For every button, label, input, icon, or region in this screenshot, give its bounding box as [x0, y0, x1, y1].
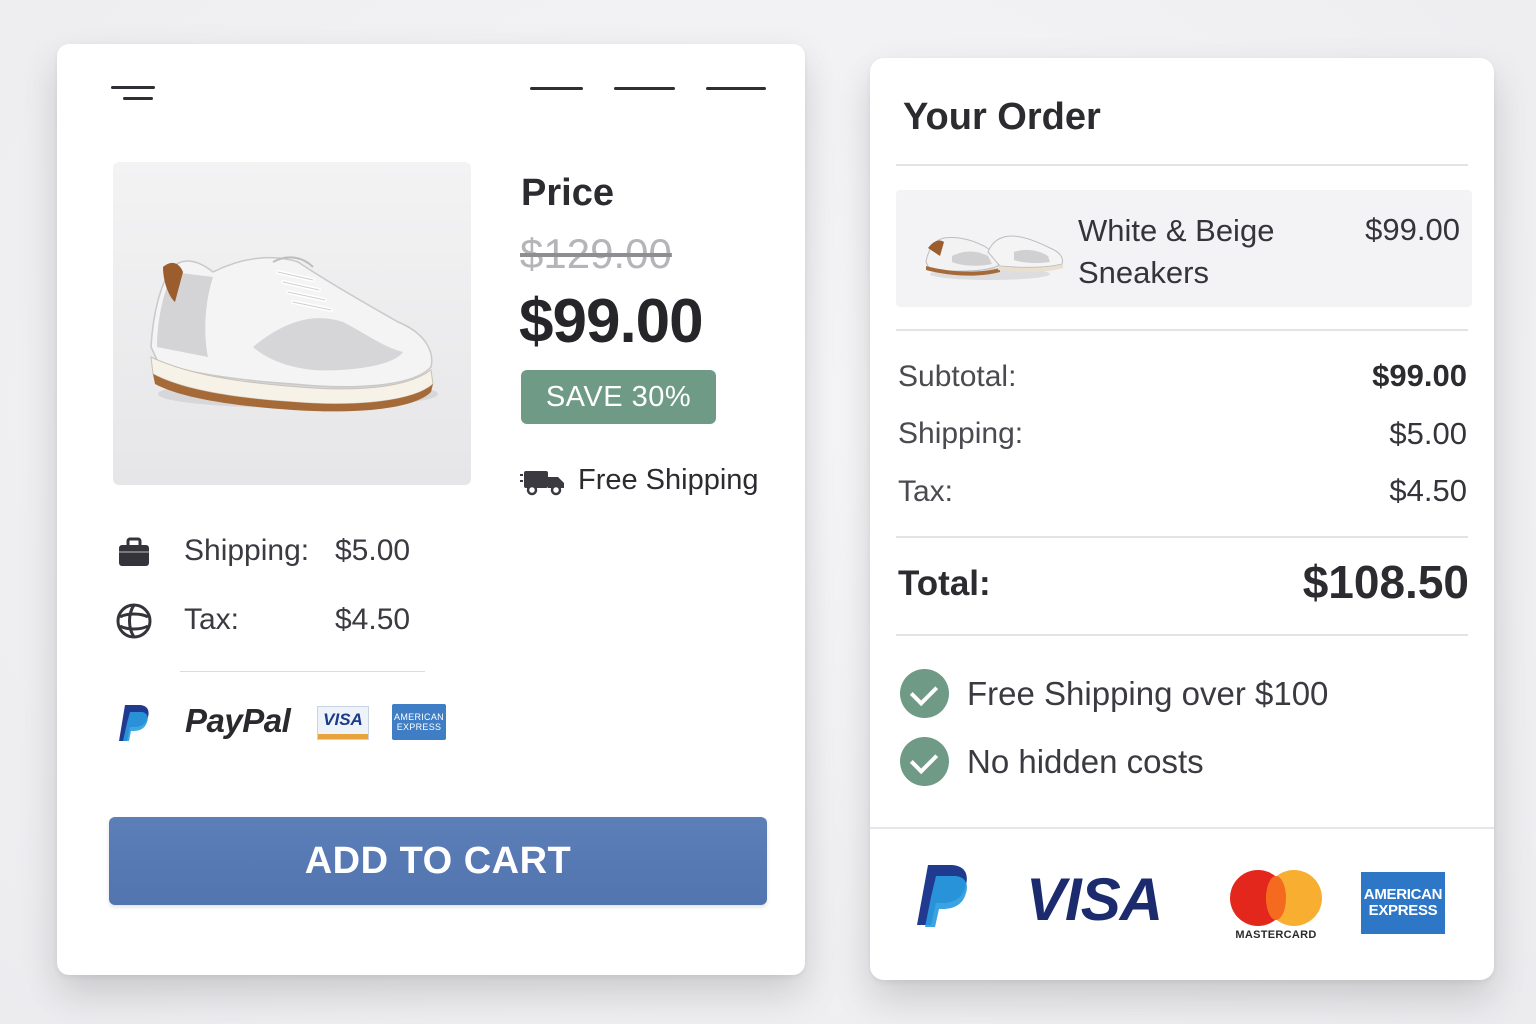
- divider: [896, 329, 1468, 331]
- divider: [896, 634, 1468, 636]
- sneaker-thumbnail: [925, 235, 1063, 280]
- amex-logo: AMERICAN EXPRESS: [1361, 872, 1445, 934]
- page: Price $129.00 $99.00 SAVE 30% Free Shipp…: [0, 0, 1536, 1024]
- tax-value: $4.50: [1389, 473, 1467, 508]
- item-price: $99.00: [1365, 212, 1460, 247]
- feature-text: Free Shipping over $100: [967, 674, 1329, 712]
- divider: [896, 536, 1468, 538]
- product-card: Price $129.00 $99.00 SAVE 30% Free Shipp…: [57, 44, 805, 975]
- nav-tab-3[interactable]: [706, 87, 766, 90]
- payment-logos-footer: VISA MASTERCARD AMERICAN EXPRESS: [870, 827, 1494, 980]
- order-item-row[interactable]: White & Beige Sneakers $99.00: [896, 190, 1472, 307]
- total-value: $108.50: [1302, 556, 1469, 608]
- shipping-label: Shipping:: [898, 417, 1024, 450]
- feature-no-hidden-costs: No hidden costs: [900, 737, 1204, 786]
- tax-label: Tax:: [184, 603, 240, 636]
- check-circle-icon: [900, 669, 949, 718]
- delivery-truck-icon: [520, 470, 564, 495]
- feature-text: No hidden costs: [967, 742, 1204, 780]
- paypal-logo-icon: [917, 865, 967, 927]
- sneaker-image: [150, 256, 438, 412]
- product-image: [113, 162, 471, 485]
- amex-line-2: EXPRESS: [1368, 902, 1438, 919]
- feature-free-shipping: Free Shipping over $100: [900, 669, 1328, 718]
- visa-logo: VISA: [317, 706, 369, 740]
- amex-line-1: AMERICAN: [1363, 886, 1443, 903]
- total-label: Total:: [898, 564, 991, 603]
- free-shipping-note: Free Shipping: [520, 464, 759, 497]
- hamburger-menu-icon[interactable]: [111, 86, 157, 104]
- shipping-value: $5.00: [1389, 416, 1467, 451]
- nav-tab-2[interactable]: [614, 87, 675, 90]
- add-to-cart-button[interactable]: ADD TO CART: [109, 817, 767, 905]
- order-title: Your Order: [903, 96, 1101, 138]
- item-name: White & Beige Sneakers: [1078, 213, 1275, 290]
- original-price: $129.00: [520, 230, 672, 277]
- mastercard-logo: [1230, 870, 1322, 926]
- nav-tab-1[interactable]: [530, 87, 583, 90]
- order-summary-card: Your Order White & Beige Sneakers $99.00…: [870, 58, 1494, 980]
- divider: [180, 671, 425, 672]
- free-shipping-label: Free Shipping: [578, 464, 759, 496]
- discount-badge: SAVE 30%: [521, 370, 716, 424]
- tax-value: $4.50: [335, 603, 411, 636]
- amex-logo: AMERICAN EXPRESS: [392, 704, 446, 740]
- tax-label: Tax:: [898, 475, 954, 508]
- divider: [896, 164, 1468, 166]
- briefcase-icon: [119, 537, 149, 566]
- subtotal-value: $99.00: [1372, 358, 1467, 393]
- sale-price: $99.00: [519, 287, 704, 356]
- check-circle-icon: [900, 737, 949, 786]
- paypal-wordmark: PayPal: [185, 702, 291, 739]
- shipping-value: $5.00: [335, 534, 411, 567]
- paypal-p-icon: [119, 705, 149, 741]
- subtotal-label: Subtotal:: [898, 360, 1017, 393]
- globe-icon: [116, 603, 152, 639]
- visa-logo: VISA: [1026, 866, 1163, 933]
- price-heading: Price: [521, 172, 614, 214]
- mastercard-label: MASTERCARD: [1235, 929, 1317, 941]
- shipping-label: Shipping:: [184, 534, 310, 567]
